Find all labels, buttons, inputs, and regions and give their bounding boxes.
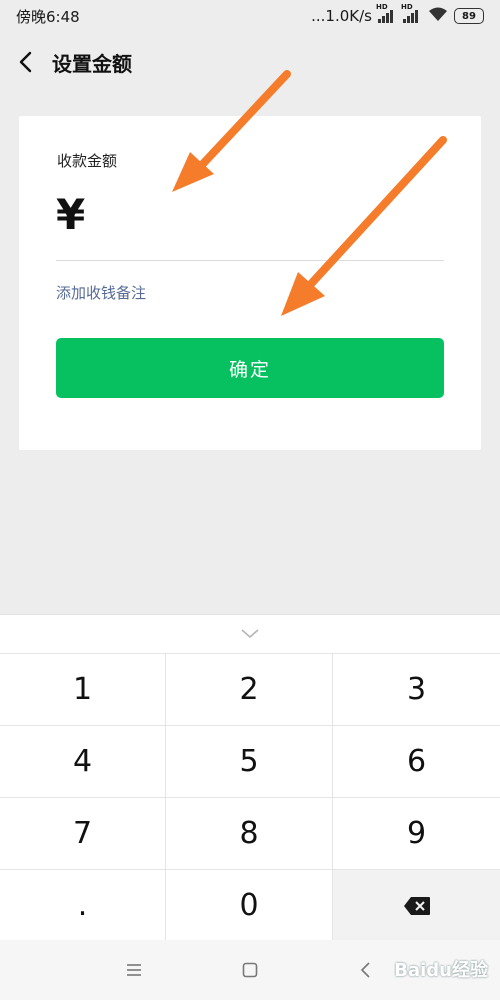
key-0[interactable]: 0 xyxy=(166,869,333,941)
status-time: 傍晚6:48 xyxy=(16,7,80,26)
menu-icon[interactable] xyxy=(116,952,152,988)
key-2[interactable]: 2 xyxy=(166,653,333,725)
currency-symbol: ¥ xyxy=(56,190,86,239)
home-icon[interactable] xyxy=(232,952,268,988)
back-icon[interactable] xyxy=(348,952,384,988)
key-8[interactable]: 8 xyxy=(166,797,333,869)
page-title: 设置金额 xyxy=(52,51,132,76)
wifi-icon xyxy=(428,6,448,26)
key-4[interactable]: 4 xyxy=(0,725,166,797)
key-3[interactable]: 3 xyxy=(333,653,500,725)
amount-label: 收款金额 xyxy=(57,152,118,170)
confirm-button[interactable]: 确定 xyxy=(56,338,444,398)
keypad-grid: 1 2 3 4 5 6 7 8 9 . 0 xyxy=(0,653,500,941)
key-1[interactable]: 1 xyxy=(0,653,166,725)
back-arrow-icon[interactable] xyxy=(2,32,50,92)
amount-divider xyxy=(56,260,444,261)
battery-icon: 89 xyxy=(454,8,484,24)
numeric-keyboard: 1 2 3 4 5 6 7 8 9 . 0 xyxy=(0,614,500,941)
title-bar: 设置金额 xyxy=(0,32,500,92)
delete-key[interactable] xyxy=(333,869,500,941)
key-6[interactable]: 6 xyxy=(333,725,500,797)
signal-icon-2: HD xyxy=(401,3,422,23)
chevron-down-icon xyxy=(241,629,259,639)
key-7[interactable]: 7 xyxy=(0,797,166,869)
add-remark-link[interactable]: 添加收钱备注 xyxy=(56,282,146,303)
amount-card: 收款金额 ¥ 添加收钱备注 确定 xyxy=(19,116,481,450)
network-speed: ...1.0K/s xyxy=(311,7,372,25)
backspace-icon xyxy=(403,896,430,915)
status-bar: 傍晚6:48 ...1.0K/s HD HD 89 xyxy=(0,0,500,32)
signal-icon: HD xyxy=(376,3,397,23)
key-dot[interactable]: . xyxy=(0,869,166,941)
keyboard-collapse-button[interactable] xyxy=(0,615,500,653)
status-indicators: ...1.0K/s HD HD 89 xyxy=(311,3,484,26)
amount-input[interactable] xyxy=(103,194,439,238)
key-5[interactable]: 5 xyxy=(166,725,333,797)
key-9[interactable]: 9 xyxy=(333,797,500,869)
baidu-watermark: Baidu经验 xyxy=(394,960,488,981)
